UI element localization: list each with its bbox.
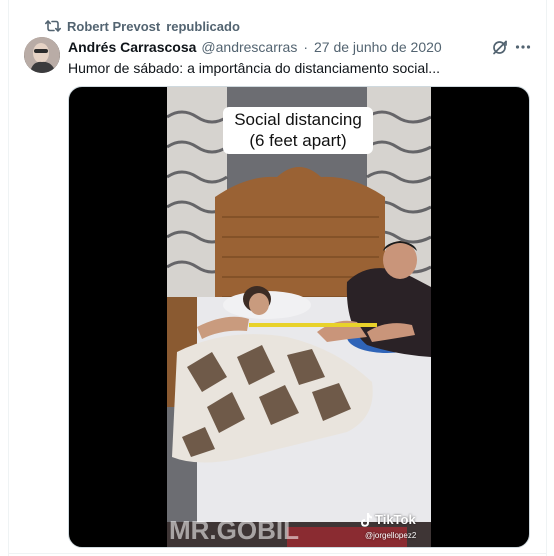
grok-icon[interactable]	[491, 38, 509, 59]
tiktok-label: TikTok	[375, 512, 416, 527]
tiktok-logo: TikTok	[360, 512, 416, 527]
post-text: Humor de sábado: a importância do distan…	[68, 60, 440, 76]
timeline-border-right	[546, 0, 547, 556]
more-icon[interactable]	[514, 38, 532, 59]
post-divider	[8, 553, 547, 554]
author-name[interactable]: Andrés Carrascosa	[68, 39, 196, 55]
repost-context[interactable]: Robert Prevost republicado	[45, 16, 240, 36]
tiktok-username: @jorgellopez2	[365, 531, 417, 540]
avatar[interactable]	[24, 37, 60, 73]
repost-icon	[45, 19, 61, 33]
video-caption: Social distancing (6 feet apart)	[223, 107, 373, 154]
reposter-name[interactable]: Robert Prevost	[67, 19, 160, 34]
video-scene	[167, 87, 431, 547]
watermark-text: MR.GOBIL	[169, 515, 299, 545]
separator-dot: ·	[303, 39, 308, 55]
author-handle[interactable]: @andrescarras	[201, 39, 297, 55]
video-frame[interactable]: Social distancing (6 feet apart) MR.GOBI…	[167, 87, 431, 547]
timeline-border-left	[8, 0, 9, 556]
post-header: Andrés Carrascosa @andrescarras · 27 de …	[68, 37, 538, 57]
video-player[interactable]: Social distancing (6 feet apart) MR.GOBI…	[68, 86, 530, 548]
video-caption-text: Social distancing (6 feet apart)	[234, 110, 362, 150]
tiktok-icon	[361, 512, 372, 527]
repost-action: republicado	[166, 18, 240, 34]
post-date[interactable]: 27 de junho de 2020	[314, 39, 442, 55]
